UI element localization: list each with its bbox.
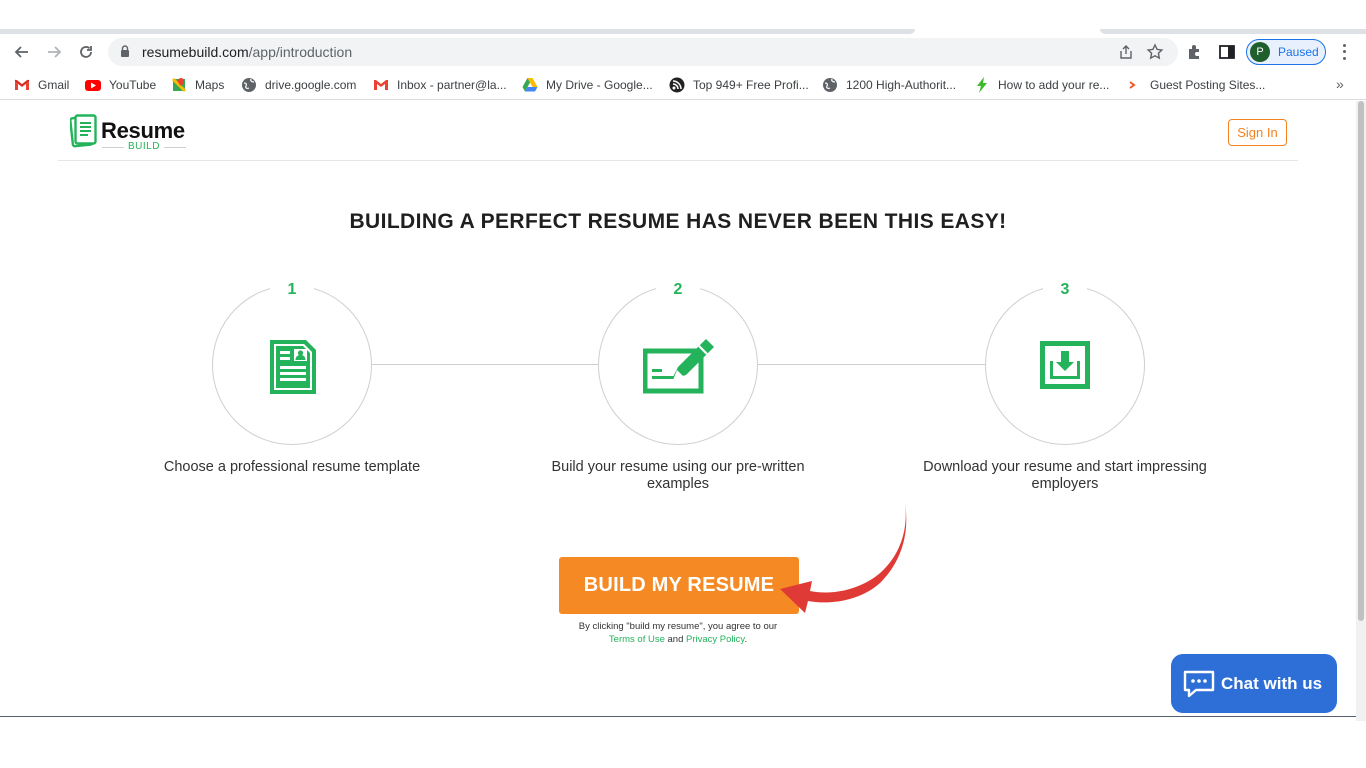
bookmark-gmail[interactable]: Gmail [14, 76, 69, 94]
step-number: 2 [656, 279, 700, 301]
lock-icon [121, 45, 129, 57]
step-connector [757, 364, 986, 365]
bookmark-inbox[interactable]: Inbox - partner@la... [373, 76, 507, 94]
bookmark-drive-domain[interactable]: drive.google.com [241, 76, 356, 94]
terms-of-use-link[interactable]: Terms of Use [609, 634, 665, 645]
step-1: 1 [212, 279, 372, 445]
edit-form-icon [643, 339, 714, 394]
reload-icon [80, 46, 92, 58]
globe-icon [242, 78, 256, 92]
browser-menu-icon[interactable] [1336, 42, 1352, 62]
url-text: resumebuild.com/app/introduction [142, 44, 352, 60]
step-2: 2 [598, 279, 758, 445]
page-content: Resume BUILD Sign In BUILDING A PERFECT … [0, 101, 1366, 768]
gmail-icon [14, 79, 30, 90]
step-2-text: Build your resume using our pre-written … [551, 459, 805, 492]
page-divider [0, 716, 1356, 717]
resume-build-logo[interactable]: Resume BUILD [70, 114, 200, 154]
scrollbar-thumb[interactable] [1358, 101, 1364, 621]
arrow-right-icon [48, 46, 62, 58]
legal-notice: By clicking "build my resume", you agree… [478, 620, 878, 646]
bookmark-label: How to add your re... [998, 78, 1110, 92]
forward-button[interactable] [42, 40, 66, 64]
bookmark-my-drive[interactable]: My Drive - Google... [522, 76, 653, 94]
bookmark-guest-posting[interactable]: Guest Posting Sites... [1126, 76, 1265, 94]
youtube-icon [85, 80, 101, 91]
bolt-icon [977, 77, 987, 93]
bookmark-label: My Drive - Google... [546, 78, 653, 92]
bookmark-top-949[interactable]: Top 949+ Free Profi... [669, 76, 809, 94]
gmail-icon [374, 80, 388, 90]
legal-and: and [667, 634, 684, 645]
address-bar[interactable]: resumebuild.com/app/introduction [108, 38, 1178, 66]
privacy-policy-link[interactable]: Privacy Policy [686, 634, 744, 645]
bookmark-label: drive.google.com [265, 78, 357, 92]
bookmark-how-to[interactable]: How to add your re... [974, 76, 1109, 94]
tab-strip [0, 0, 1366, 36]
profile-status: Paused [1278, 45, 1319, 59]
bookmark-label: 1200 High-Authorit... [846, 78, 957, 92]
bookmark-label: YouTube [109, 78, 157, 92]
bookmark-maps[interactable]: Maps [171, 76, 224, 94]
bookmark-label: Maps [195, 78, 225, 92]
bookmark-label: Top 949+ Free Profi... [693, 78, 809, 92]
step-3: 3 [985, 279, 1145, 445]
resume-template-icon [270, 340, 316, 394]
build-my-resume-button[interactable]: BUILD MY RESUME [559, 557, 799, 614]
logo-subtitle: BUILD [102, 141, 186, 152]
maps-icon [171, 77, 187, 93]
google-drive-icon [522, 78, 538, 92]
site-header: Resume BUILD Sign In [58, 101, 1298, 161]
sign-in-button[interactable]: Sign In [1228, 119, 1287, 146]
back-button[interactable] [10, 40, 34, 64]
annotation-arrow-icon [780, 503, 907, 613]
profile-button[interactable]: P Paused [1246, 39, 1326, 65]
bookmark-star-icon[interactable] [1146, 43, 1164, 61]
bookmark-1200[interactable]: 1200 High-Authorit... [822, 76, 956, 94]
logo-document-icon [70, 114, 97, 148]
bookmarks-bar: Gmail YouTube Maps drive.google.com Inbo… [0, 70, 1366, 100]
bookmark-label: Guest Posting Sites... [1150, 78, 1266, 92]
bookmark-label: Inbox - partner@la... [397, 78, 507, 92]
feed-icon [669, 77, 685, 93]
avatar: P [1250, 42, 1270, 62]
url-host: resumebuild.com [142, 44, 249, 60]
page-scrollbar[interactable] [1356, 101, 1366, 721]
step-connector [371, 364, 599, 365]
step-number: 3 [1043, 279, 1087, 301]
bookmark-youtube[interactable]: YouTube [85, 76, 156, 94]
chat-bubble-icon [1183, 670, 1215, 697]
legal-prefix: By clicking "build my resume", you agree… [578, 621, 778, 632]
reload-button[interactable] [74, 40, 98, 64]
page-headline: BUILDING A PERFECT RESUME HAS NEVER BEEN… [349, 210, 1007, 233]
bookmark-label: Gmail [38, 78, 70, 92]
legal-suffix: . [744, 634, 748, 645]
browser-toolbar: resumebuild.com/app/introduction P Pause… [0, 34, 1366, 70]
bookmarks-overflow-icon[interactable]: » [1336, 76, 1344, 92]
share-icon[interactable] [1118, 44, 1134, 60]
extensions-puzzle-icon[interactable] [1186, 43, 1204, 61]
chat-with-us-button[interactable]: Chat with us [1171, 654, 1337, 713]
chat-label: Chat with us [1221, 673, 1323, 693]
download-icon [1040, 341, 1090, 389]
side-panel-icon[interactable] [1218, 43, 1236, 61]
step-1-text: Choose a professional resume template [163, 459, 421, 475]
step-3-text: Download your resume and start impressin… [923, 459, 1207, 492]
url-path: /app/introduction [248, 44, 353, 60]
globe-icon [823, 78, 837, 92]
arrow-left-icon [14, 46, 28, 58]
step-number: 1 [270, 279, 314, 301]
arrow-icon [1129, 81, 1136, 89]
